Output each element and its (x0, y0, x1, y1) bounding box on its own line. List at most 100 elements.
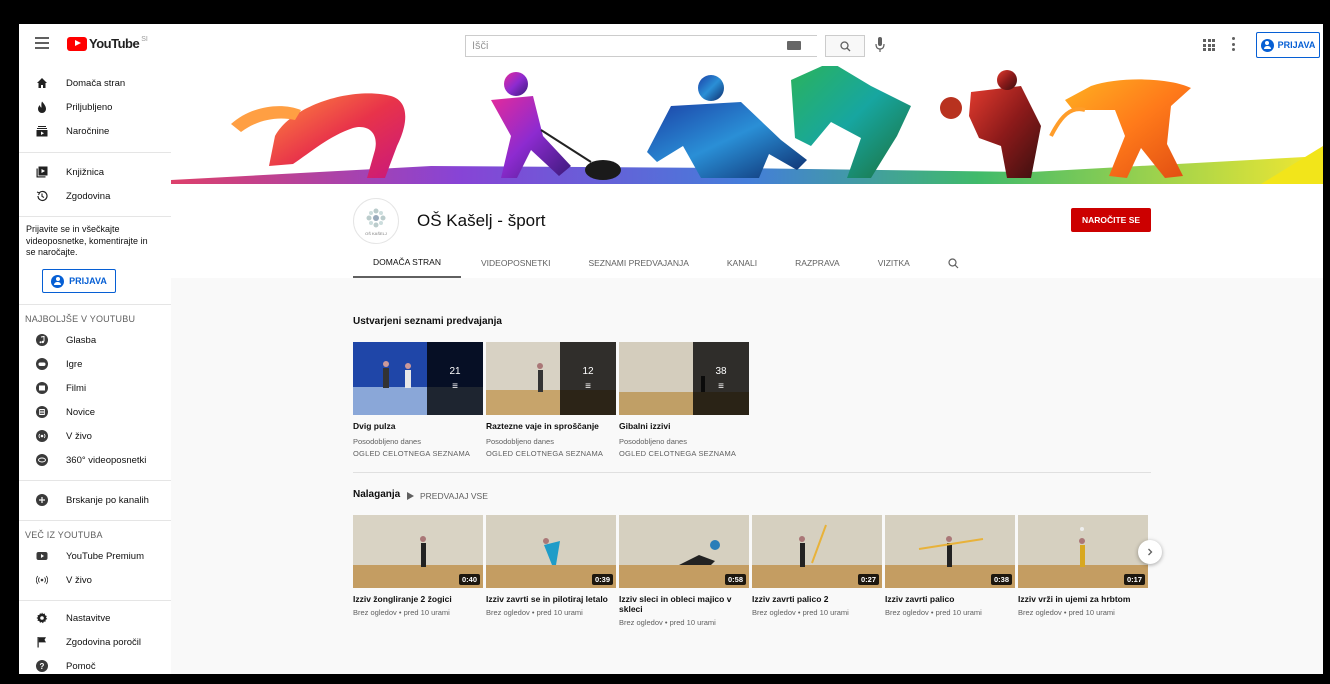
sidebar-item-label: Domača stran (66, 77, 126, 89)
playlist-thumbnail[interactable]: 21 ≡ (353, 342, 483, 415)
playlist-title[interactable]: Gibalni izzivi (619, 421, 749, 431)
section-divider (353, 472, 1151, 473)
tab-home[interactable]: DOMAČA STRAN (353, 248, 461, 278)
search-input[interactable] (466, 36, 817, 56)
view-full-playlist-link[interactable]: OGLED CELOTNEGA SEZNAMA (353, 449, 483, 458)
school-logo-icon (366, 208, 386, 227)
chevron-right-icon (1148, 548, 1153, 556)
masthead: YouTube SI PRIJAVA (19, 24, 1323, 66)
subscribe-button[interactable]: NAROČITE SE (1071, 208, 1151, 232)
sidebar-item-home[interactable]: Domača stran (19, 71, 171, 95)
keyboard-icon[interactable] (787, 41, 801, 50)
sidebar-item-label: Priljubljeno (66, 101, 113, 113)
360-video-icon (36, 454, 48, 466)
tab-discussion[interactable]: RAZPRAVA (795, 248, 840, 278)
sidebar-item-movies[interactable]: Filmi (19, 376, 171, 400)
banner-artwork (171, 66, 1323, 184)
sidebar-item-settings[interactable]: Nastavitve (19, 606, 171, 630)
video-card[interactable]: 0:38 Izziv zavrti palico Brez ogledov • … (885, 515, 1015, 617)
tab-about[interactable]: VIZITKA (878, 248, 910, 278)
playlist-title[interactable]: Raztezne vaje in sproščanje (486, 421, 616, 431)
search-icon (839, 40, 850, 51)
video-card[interactable]: 0:58 Izziv sleci in obleci majico v skle… (619, 515, 749, 627)
tab-videos[interactable]: VIDEOPOSNETKI (481, 248, 550, 278)
channel-tabs: DOMAČA STRAN VIDEOPOSNETKI SEZNAMI PREDV… (353, 248, 962, 278)
sidebar-item-news[interactable]: Novice (19, 400, 171, 424)
library-icon (36, 166, 48, 178)
sidebar-item-help[interactable]: ? Pomoč (19, 654, 171, 674)
sidebar-item-premium[interactable]: YouTube Premium (19, 544, 171, 568)
search-button[interactable] (825, 35, 865, 57)
sidebar-item-report-history[interactable]: Zgodovina poročil (19, 630, 171, 654)
tab-playlists[interactable]: SEZNAMI PREDVAJANJA (588, 248, 688, 278)
video-thumbnail[interactable]: 0:27 (752, 515, 882, 588)
sidebar-item-label: V živo (66, 430, 92, 442)
uploads-section-title[interactable]: Nalaganja (353, 489, 400, 500)
sidebar-item-browse-channels[interactable]: Brskanje po kanalih (19, 488, 171, 512)
logo-text: YouTube (89, 36, 140, 51)
signin-button[interactable]: PRIJAVA (1256, 32, 1320, 58)
play-all-button[interactable]: PREDVAJAJ VSE (407, 491, 488, 501)
sidebar-item-label: Filmi (66, 382, 87, 394)
video-thumbnail[interactable]: 0:40 (353, 515, 483, 588)
browser-viewport: YouTube SI PRIJAVA Domača stran Priljubl… (19, 24, 1323, 674)
channel-avatar[interactable]: OŠ KAŠELJ (353, 198, 399, 244)
playlist-thumbnail[interactable]: 38 ≡ (619, 342, 749, 415)
video-thumbnail[interactable]: 0:39 (486, 515, 616, 588)
apps-icon[interactable] (1203, 39, 1215, 51)
sidebar-item-trending[interactable]: Priljubljeno (19, 95, 171, 119)
video-card[interactable]: 0:17 Izziv vrži in ujemi za hrbtom Brez … (1018, 515, 1148, 617)
playlist-card[interactable]: 21 ≡ Dvig pulza Posodobljeno danes OGLED… (353, 342, 483, 458)
view-full-playlist-link[interactable]: OGLED CELOTNEGA SEZNAMA (619, 449, 749, 458)
video-title[interactable]: Izziv sleci in obleci majico v skleci (619, 594, 749, 614)
playlist-icon: ≡ (585, 380, 591, 392)
news-icon (36, 406, 48, 418)
video-thumbnail[interactable]: 0:17 (1018, 515, 1148, 588)
section-heading-best: NAJBOLJŠE V YOUTUBU (25, 314, 136, 324)
video-title[interactable]: Izziv zavrti se in pilotiraj letalo (486, 594, 616, 604)
trending-icon (36, 101, 48, 113)
video-card[interactable]: 0:39 Izziv zavrti se in pilotiraj letalo… (486, 515, 616, 617)
sidebar-item-live[interactable]: V živo (19, 424, 171, 448)
sidebar-signin-button[interactable]: PRIJAVA (42, 269, 116, 293)
video-title[interactable]: Izziv zavrti palico (885, 594, 1015, 604)
playlist-card[interactable]: 12 ≡ Raztezne vaje in sproščanje Posodob… (486, 342, 616, 458)
signin-promo-text: Prijavite se in všečkajte videoposnetke,… (26, 224, 148, 257)
movies-icon (36, 382, 48, 394)
video-title[interactable]: Izziv žongliranje 2 žogici (353, 594, 483, 604)
menu-icon[interactable] (35, 37, 49, 49)
svg-text:?: ? (40, 662, 45, 671)
settings-more-icon[interactable] (1232, 37, 1236, 51)
video-title[interactable]: Izziv zavrti palico 2 (752, 594, 882, 604)
video-duration: 0:27 (857, 574, 879, 585)
view-full-playlist-link[interactable]: OGLED CELOTNEGA SEZNAMA (486, 449, 616, 458)
sidebar-item-music[interactable]: Glasba (19, 328, 171, 352)
youtube-logo[interactable]: YouTube SI (67, 36, 148, 51)
guide-sidebar: Domača stran Priljubljeno Naročnine Knji… (19, 66, 171, 674)
shelf-next-button[interactable] (1138, 540, 1162, 564)
microphone-icon[interactable] (875, 37, 885, 53)
video-title[interactable]: Izziv vrži in ujemi za hrbtom (1018, 594, 1148, 604)
sidebar-item-live-more[interactable]: V živo (19, 568, 171, 592)
playlist-icon: ≡ (718, 380, 724, 392)
video-thumbnail[interactable]: 0:38 (885, 515, 1015, 588)
youtube-premium-icon (36, 550, 48, 562)
playlist-title[interactable]: Dvig pulza (353, 421, 483, 431)
avatar-caption: OŠ KAŠELJ (365, 230, 387, 236)
sidebar-item-gaming[interactable]: Igre (19, 352, 171, 376)
tab-channels[interactable]: KANALI (727, 248, 757, 278)
channel-search-button[interactable] (948, 248, 962, 278)
sidebar-item-history[interactable]: Zgodovina (19, 184, 171, 208)
sidebar-item-library[interactable]: Knjižnica (19, 160, 171, 184)
sidebar-item-subscriptions[interactable]: Naročnine (19, 119, 171, 143)
sidebar-item-label: Zgodovina poročil (66, 636, 141, 648)
video-thumbnail[interactable]: 0:58 (619, 515, 749, 588)
sidebar-item-360[interactable]: 360° videoposnetki (19, 448, 171, 472)
play-icon (407, 492, 414, 500)
video-card[interactable]: 0:27 Izziv zavrti palico 2 Brez ogledov … (752, 515, 882, 617)
add-circle-icon (36, 494, 48, 506)
playlist-card[interactable]: 38 ≡ Gibalni izzivi Posodobljeno danes O… (619, 342, 749, 458)
playlist-thumbnail[interactable]: 12 ≡ (486, 342, 616, 415)
video-card[interactable]: 0:40 Izziv žongliranje 2 žogici Brez ogl… (353, 515, 483, 617)
video-duration: 0:17 (1123, 574, 1145, 585)
